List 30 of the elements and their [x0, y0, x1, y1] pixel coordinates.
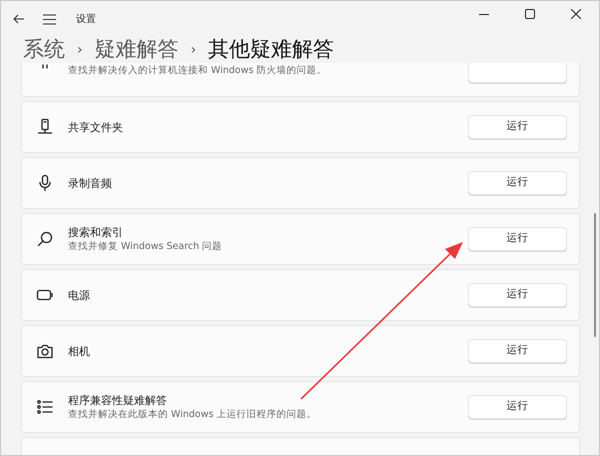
troubleshooter-title: 相机: [68, 344, 90, 358]
breadcrumb-link[interactable]: 系统: [23, 34, 65, 66]
troubleshooter-title: 搜索和索引: [68, 224, 124, 240]
breadcrumb-separator: ›: [77, 40, 83, 60]
troubleshooter-title: 程序兼容性疑难解答: [68, 392, 168, 408]
maximize-icon[interactable]: [525, 9, 535, 19]
run-button[interactable]: 运行: [468, 227, 567, 251]
run-button[interactable]: 运行: [468, 115, 567, 139]
window-title: 设置: [76, 12, 96, 26]
troubleshooter-description: 查找并解决在此版本的 Windows 上运行旧程序的问题。: [68, 408, 316, 422]
camera-icon: [36, 342, 54, 360]
breadcrumb-separator: ›: [190, 40, 196, 60]
close-icon[interactable]: [571, 9, 581, 19]
back-arrow-icon[interactable]: [13, 13, 25, 25]
run-button[interactable]: 运行: [468, 171, 567, 195]
page-title: 其他疑难解答: [208, 36, 334, 64]
troubleshooter-title: 共享文件夹: [68, 120, 123, 134]
menu-icon[interactable]: [43, 14, 56, 24]
shared-folder-icon: [36, 118, 54, 136]
run-button[interactable]: 运行: [468, 283, 567, 307]
search-icon: [36, 230, 54, 248]
troubleshooter-description: 查找并修复 Windows Search 问题: [68, 240, 222, 254]
troubleshooter-description: 查找并解决传入的计算机连接和 Windows 防火墙的问题。: [68, 64, 326, 78]
breadcrumb-link[interactable]: 疑难解答: [94, 34, 179, 66]
troubleshooter-title: 电源: [68, 288, 90, 302]
scrollbar-thumb[interactable]: [594, 213, 596, 337]
list-icon: [36, 398, 54, 416]
run-button[interactable]: 运行: [468, 395, 567, 419]
troubleshooter-title: 录制音频: [68, 176, 112, 190]
run-button[interactable]: 运行: [468, 339, 567, 363]
